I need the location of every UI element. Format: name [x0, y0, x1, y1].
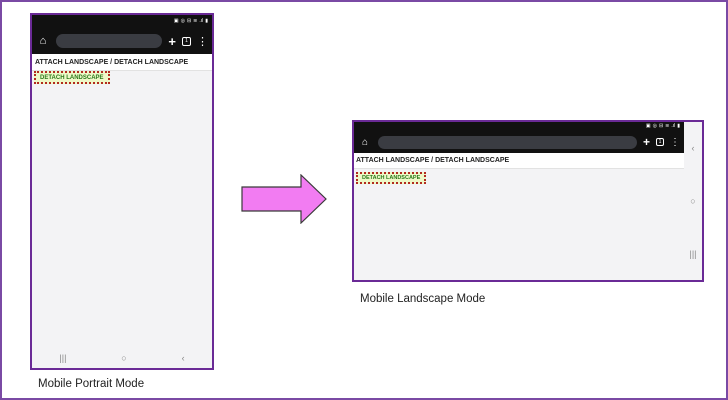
- system-nav-bar: ||| ○ ‹: [32, 348, 212, 368]
- transition-arrow-icon: [241, 174, 327, 224]
- status-bar: ▣ ◎ ⊟ ≋ .ıl ▮: [354, 122, 684, 131]
- browser-toolbar: ⌂ + 1 ⋮: [32, 28, 212, 54]
- battery-icon: ▮: [677, 123, 680, 129]
- back-icon[interactable]: ‹: [182, 353, 185, 363]
- system-nav-bar: ‹ ○ |||: [684, 122, 702, 280]
- landscape-phone-screen: ▣ ◎ ⊟ ≋ .ıl ▮ ⌂ + 1 ⋮ ATTACH LANDSCAPE /…: [352, 120, 704, 282]
- arrow-shape: [241, 174, 327, 224]
- address-bar[interactable]: [378, 135, 637, 149]
- landscape-caption: Mobile Landscape Mode: [360, 293, 486, 305]
- status-bar: ▣ ◎ ⊟ ≋ .ıl ▮: [32, 15, 212, 28]
- address-bar[interactable]: [56, 34, 163, 48]
- more-menu-icon[interactable]: ⋮: [197, 35, 208, 48]
- tab-switcher-icon[interactable]: 1: [182, 36, 191, 46]
- tab-switcher-icon[interactable]: 1: [656, 138, 664, 146]
- battery-icon: ▮: [205, 18, 208, 24]
- alarm-icon: ◎: [652, 123, 657, 129]
- portrait-caption: Mobile Portrait Mode: [38, 378, 145, 390]
- recents-icon[interactable]: |||: [689, 249, 696, 259]
- portrait-phone-screen: ▣ ◎ ⊟ ≋ .ıl ▮ ⌂ + 1 ⋮ ATTACH LANDSCAPE /…: [30, 13, 214, 370]
- network-icon: ⊟: [186, 18, 192, 24]
- wifi-icon: ≋: [193, 18, 198, 24]
- page-heading: ATTACH LANDSCAPE / DETACH LANDSCAPE: [32, 54, 212, 71]
- notification-icon: ▣: [645, 123, 651, 129]
- new-tab-icon[interactable]: +: [643, 135, 650, 149]
- alarm-icon: ◎: [180, 18, 185, 24]
- network-icon: ⊟: [658, 123, 664, 129]
- browser-toolbar: ⌂ + 1 ⋮: [354, 131, 684, 153]
- signal-icon: .ıl: [671, 123, 676, 129]
- home-icon[interactable]: ⌂: [358, 137, 372, 148]
- wifi-icon: ≋: [665, 123, 670, 129]
- illustration-canvas: ▣ ◎ ⊟ ≋ .ıl ▮ ⌂ + 1 ⋮ ATTACH LANDSCAPE /…: [0, 0, 728, 400]
- home-icon[interactable]: ⌂: [36, 35, 50, 47]
- back-icon[interactable]: ‹: [692, 143, 695, 153]
- signal-icon: .ıl: [199, 18, 204, 24]
- more-menu-icon[interactable]: ⋮: [670, 137, 680, 148]
- recents-icon[interactable]: |||: [59, 353, 66, 363]
- detach-landscape-button[interactable]: DETACH LANDSCAPE: [356, 172, 427, 184]
- page-heading: ATTACH LANDSCAPE / DETACH LANDSCAPE: [354, 153, 684, 169]
- new-tab-icon[interactable]: +: [168, 34, 176, 49]
- notification-icon: ▣: [173, 18, 179, 24]
- detach-landscape-button[interactable]: DETACH LANDSCAPE: [34, 71, 110, 84]
- nav-home-icon[interactable]: ○: [690, 196, 695, 206]
- nav-home-icon[interactable]: ○: [121, 353, 126, 363]
